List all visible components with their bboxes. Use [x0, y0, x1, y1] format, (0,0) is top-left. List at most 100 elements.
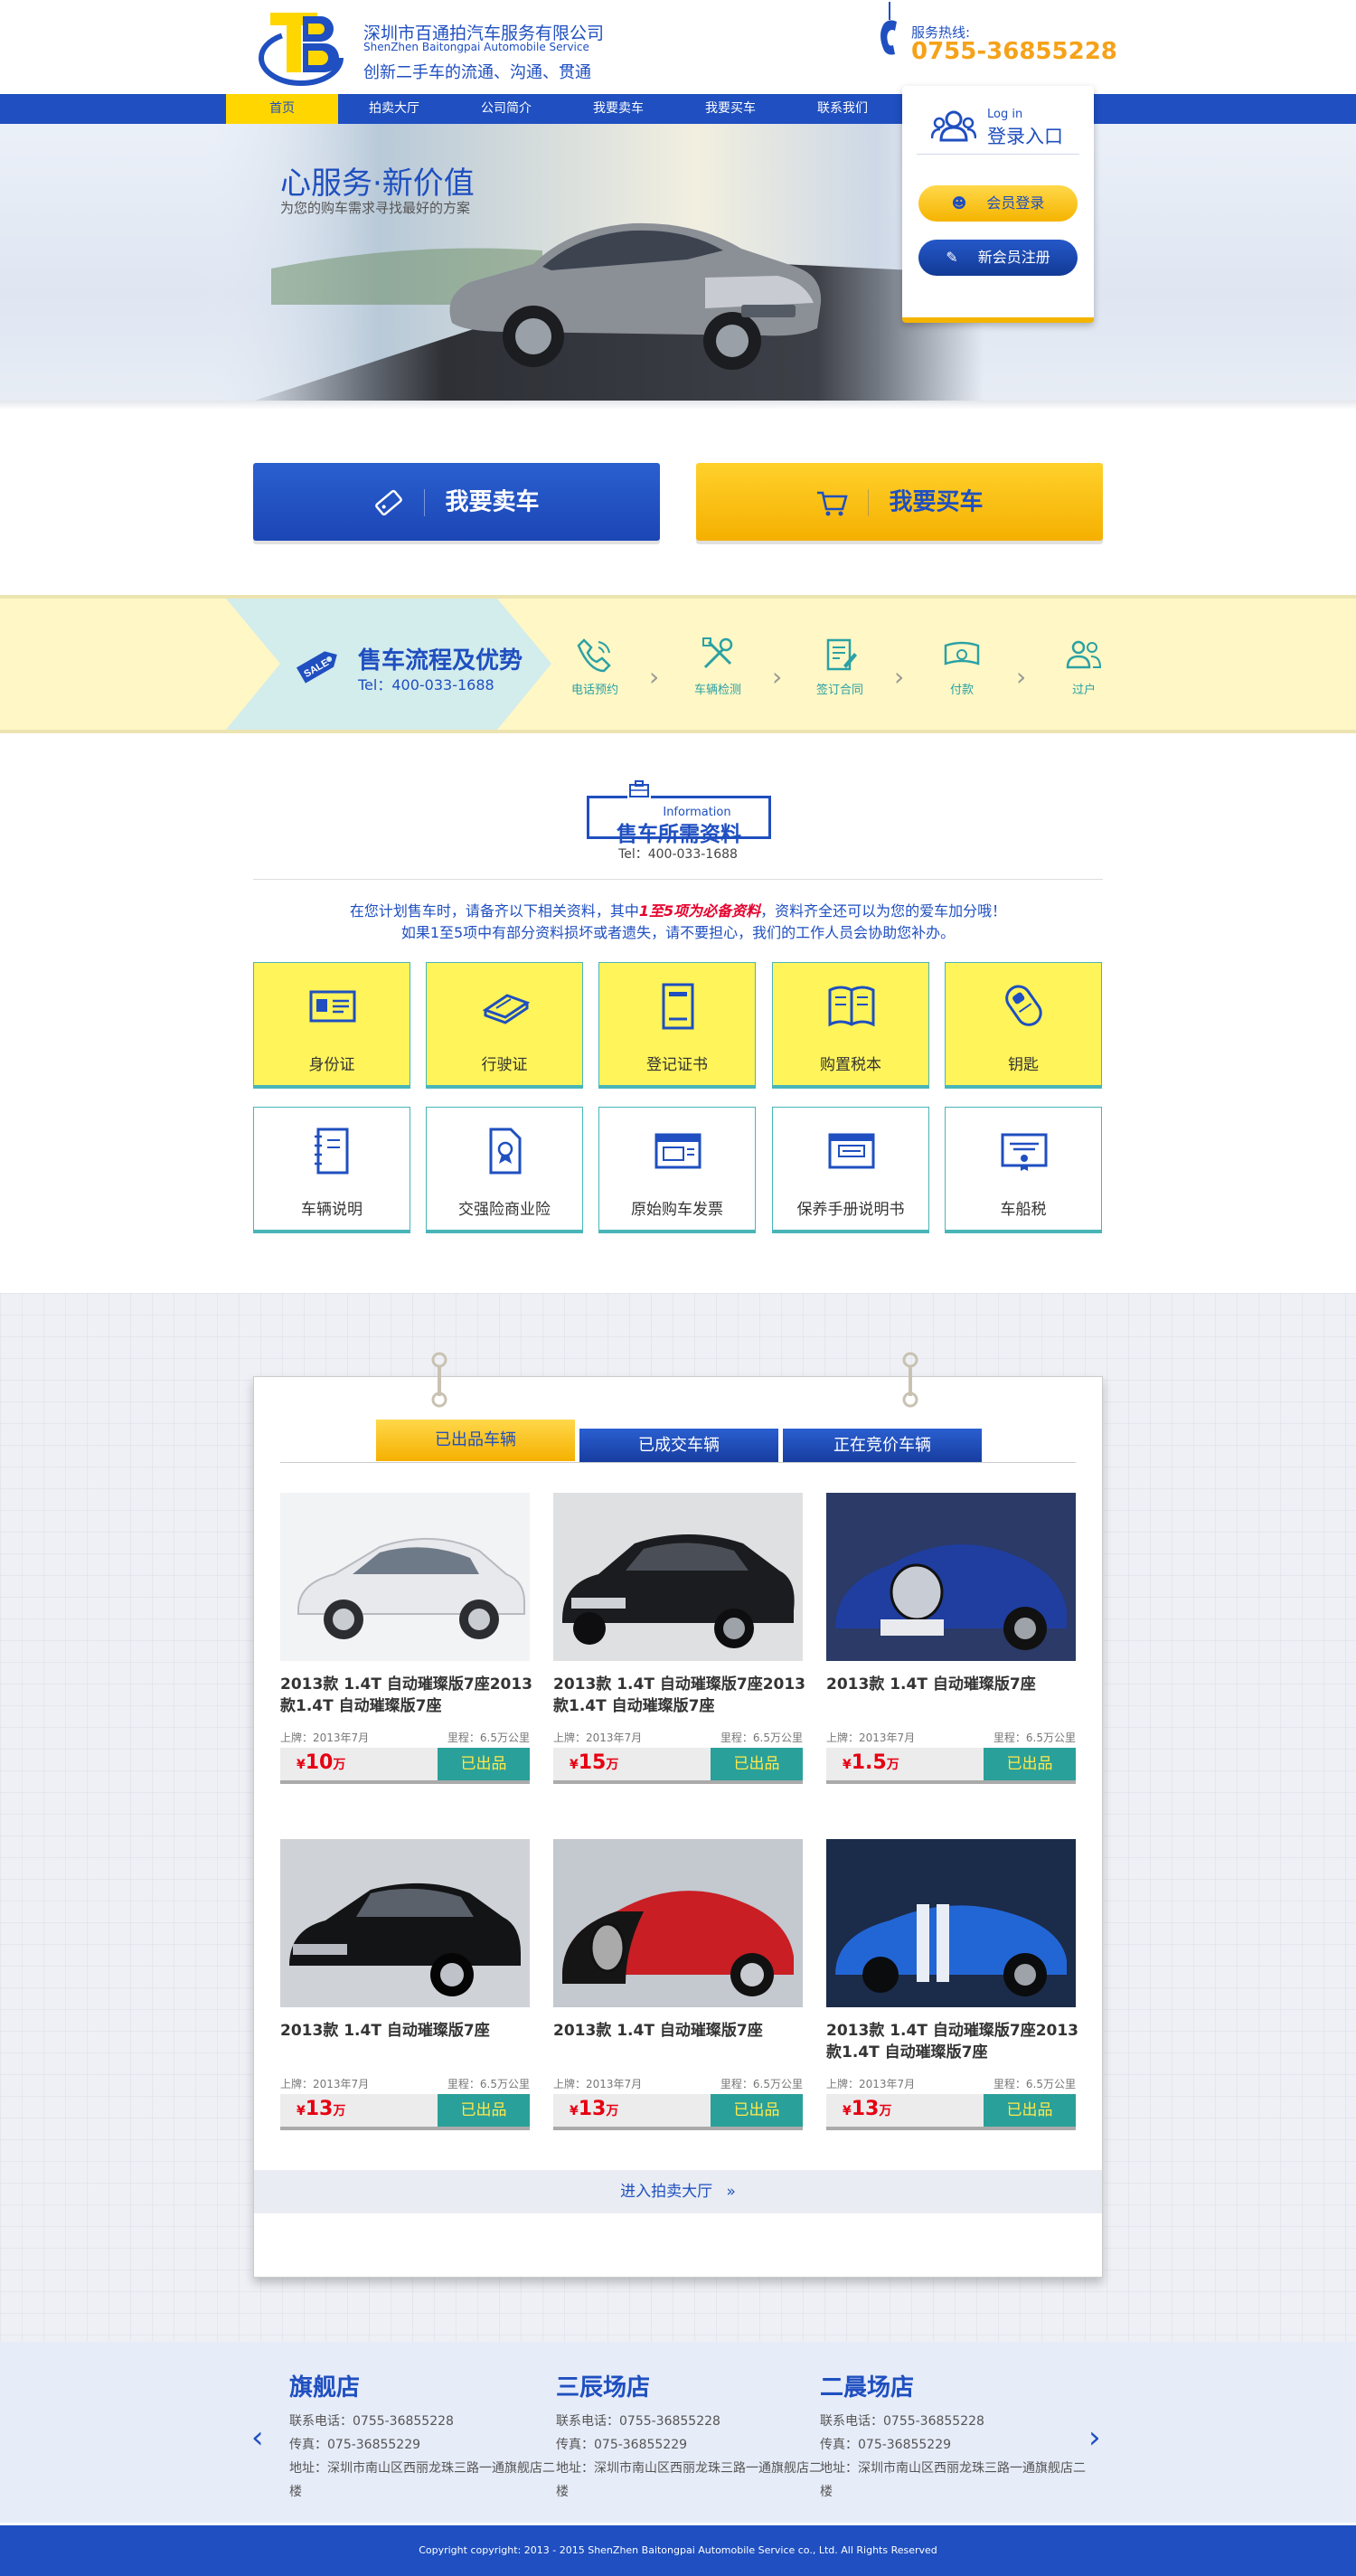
status-button[interactable]: 已出品: [711, 1748, 803, 1780]
chevron-left-icon[interactable]: ‹: [251, 2420, 264, 2456]
insurance-icon: [489, 1128, 522, 1175]
tab-listed-cars[interactable]: 已出品车辆: [376, 1420, 575, 1461]
chevron-right-icon: ›: [649, 662, 660, 692]
hotline-number: 0755-36855228: [911, 38, 1117, 65]
doc-vehicle-manual: 车辆说明: [253, 1107, 410, 1233]
store-phone: 联系电话：0755-36855228: [820, 2414, 984, 2429]
store-address: 地址：深圳市南山区西丽龙珠三路一通旗舰店二楼: [820, 2461, 1086, 2499]
site-header: 深圳市百通拍汽车服务有限公司 ShenZhen Baitongpai Autom…: [0, 0, 1356, 94]
price-bar: ¥15万 已出品: [553, 1748, 803, 1784]
car-mileage: 里程：6.5万公里: [993, 1731, 1076, 1744]
car-photo[interactable]: [826, 1493, 1076, 1661]
enter-auction-hall-link[interactable]: 进入拍卖大厅 »: [254, 2170, 1102, 2213]
main-nav: 首页 拍卖大厅 公司简介 我要卖车 我要买车 联系我们: [0, 94, 1356, 124]
car-title[interactable]: 2013款 1.4T 自动璀璨版7座2013款1.4T 自动璀璨版7座: [280, 1674, 542, 1717]
buy-car-button[interactable]: 我要买车: [696, 463, 1103, 541]
car-title[interactable]: 2013款 1.4T 自动璀璨版7座: [826, 1674, 1088, 1695]
car-photo[interactable]: [280, 1493, 530, 1661]
info-note: 在您计划售车时，请备齐以下相关资料，其中1至5项为必备资料，资料齐全还可以为您的…: [0, 899, 1356, 920]
price-value: 1.5: [851, 1751, 887, 1774]
car-registration-date: 上牌：2013年7月: [280, 1731, 370, 1744]
price-bar: ¥13万 已出品: [826, 2094, 1076, 2130]
doc-purchase-tax: 购置税本: [772, 962, 929, 1089]
car-mileage: 里程：6.5万公里: [447, 2078, 530, 2090]
car-photo[interactable]: [553, 1493, 803, 1661]
pin-icon: [902, 1352, 918, 1408]
car-title[interactable]: 2013款 1.4T 自动璀璨版7座: [553, 2020, 815, 2042]
book-icon: [828, 986, 875, 1027]
member-login-button[interactable]: ☻ 会员登录: [918, 185, 1078, 222]
pin-icon: [431, 1352, 447, 1408]
banner-shadow: [0, 401, 1356, 410]
store-name: 三辰场店: [556, 2374, 651, 2401]
price-unit: 万: [606, 1758, 619, 1772]
car-price: ¥13万: [297, 2098, 346, 2120]
status-button[interactable]: 已出品: [438, 2094, 530, 2127]
company-name-en: ShenZhen Baitongpai Automobile Service: [363, 41, 589, 53]
price-value: 10: [305, 1751, 334, 1774]
price-bar: ¥10万 已出品: [280, 1748, 530, 1784]
car-title[interactable]: 2013款 1.4T 自动璀璨版7座2013款1.4T 自动璀璨版7座: [553, 1674, 815, 1717]
status-button[interactable]: 已出品: [984, 1748, 1076, 1780]
store-sanchen: 三辰场店 联系电话：0755-36855228 传真：075-36855229 …: [556, 2369, 827, 2504]
car-title[interactable]: 2013款 1.4T 自动璀璨版7座: [280, 2020, 542, 2042]
member-register-button[interactable]: ✎ 新会员注册: [918, 240, 1078, 276]
car-registration-date: 上牌：2013年7月: [826, 1731, 916, 1744]
tab-bidding-cars[interactable]: 正在竞价车辆: [783, 1429, 982, 1463]
nav-item-buy[interactable]: 我要买车: [674, 94, 786, 124]
doc-maintenance-manual: 保养手册说明书: [772, 1107, 929, 1233]
tax-certificate-icon: [1001, 1133, 1048, 1171]
car-photo[interactable]: [826, 1839, 1076, 2007]
chevron-right-icon: ›: [772, 662, 783, 692]
store-address: 地址：深圳市南山区西丽龙珠三路一通旗舰店二楼: [556, 2461, 822, 2499]
tag-icon: [375, 489, 403, 515]
status-button[interactable]: 已出品: [984, 2094, 1076, 2127]
money-icon: [944, 641, 980, 665]
login-title-cn: 登录入口: [987, 126, 1063, 147]
step-label: 签订合同: [815, 684, 863, 697]
nav-item-about[interactable]: 公司简介: [450, 94, 562, 124]
status-button[interactable]: 已出品: [438, 1748, 530, 1780]
store-name: 旗舰店: [289, 2374, 361, 2401]
doc-registration-certificate: 登记证书: [598, 962, 756, 1089]
process-title: 售车流程及优势: [358, 647, 523, 675]
price-unit: 万: [886, 1758, 899, 1772]
car-photo[interactable]: [553, 1839, 803, 2007]
car-price: ¥1.5万: [843, 1751, 899, 1774]
license-icon: [482, 994, 531, 1024]
nav-item-home[interactable]: 首页: [226, 94, 338, 124]
car-title[interactable]: 2013款 1.4T 自动璀璨版7座2013款1.4T 自动璀璨版7座: [826, 2020, 1088, 2063]
status-button[interactable]: 已出品: [711, 2094, 803, 2127]
doc-label: 车船税: [1000, 1201, 1047, 1219]
store-erchen: 二晨场店 联系电话：0755-36855228 传真：075-36855229 …: [820, 2369, 1091, 2504]
tab-sold-cars[interactable]: 已成交车辆: [579, 1429, 778, 1463]
car-photo[interactable]: [280, 1839, 530, 2007]
pen-icon: ✎: [946, 249, 958, 266]
nav-item-sell[interactable]: 我要卖车: [562, 94, 674, 124]
sell-car-button[interactable]: 我要卖车: [253, 463, 660, 541]
member-register-label: 新会员注册: [977, 249, 1050, 266]
logo[interactable]: [258, 7, 348, 87]
price-unit: 万: [606, 2104, 619, 2118]
nav-item-auction-hall[interactable]: 拍卖大厅: [338, 94, 450, 124]
store-flagship: 旗舰店 联系电话：0755-36855228 传真：075-36855229 地…: [289, 2369, 560, 2504]
car-registration-date: 上牌：2013年7月: [553, 2078, 643, 2090]
doc-insurance: 交强险商业险: [426, 1107, 583, 1233]
slogan: 创新二手车的流通、沟通、贯通: [363, 63, 591, 82]
store-fax: 传真：075-36855229: [556, 2438, 688, 2452]
price-unit: 万: [333, 1758, 346, 1772]
price-value: 13: [305, 2098, 334, 2120]
price-value: 13: [851, 2098, 880, 2120]
car-registration-date: 上牌：2013年7月: [553, 1731, 643, 1744]
process-tel: Tel：400-033-1688: [358, 676, 494, 694]
login-panel: Log in 登录入口 ☻ 会员登录 ✎ 新会员注册: [902, 86, 1094, 323]
car-mileage: 里程：6.5万公里: [720, 1731, 803, 1744]
car-price: ¥13万: [570, 2098, 619, 2120]
phone-call-icon: [577, 638, 611, 673]
certificate-icon: [662, 983, 694, 1030]
price-unit: 万: [879, 2104, 892, 2118]
nav-item-contact[interactable]: 联系我们: [786, 94, 899, 124]
step-transfer: 过户: [1048, 635, 1120, 697]
doc-label: 保养手册说明书: [796, 1201, 905, 1219]
users-icon: [931, 110, 976, 142]
